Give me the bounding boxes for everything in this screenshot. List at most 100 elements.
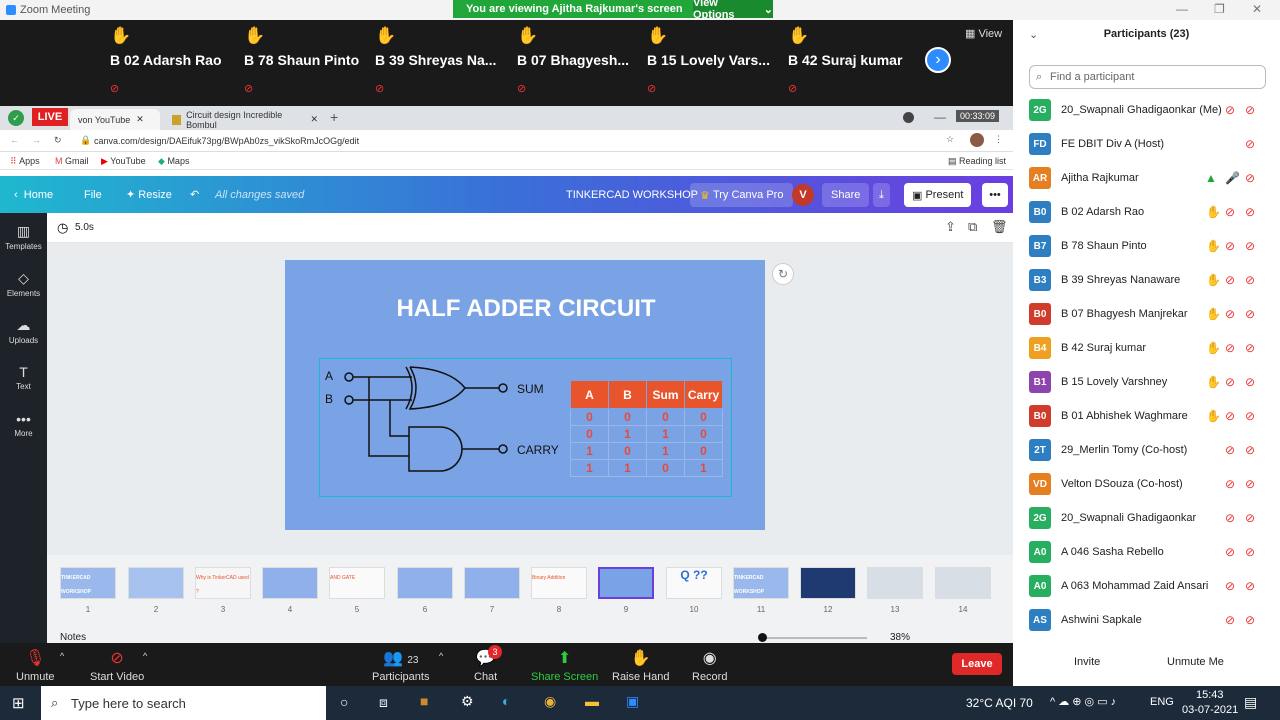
page-thumbnail[interactable] [935, 567, 991, 599]
page-thumbnail[interactable] [128, 567, 184, 599]
page-thumbnail[interactable] [397, 567, 453, 599]
participant-row[interactable]: B7 B 78 Shaun Pinto ✋ ⊘ ⊘ [1013, 229, 1268, 263]
participant-row[interactable]: 2T 29_Merlin Tomy (Co-host) ⊘ ⊘ [1013, 433, 1268, 467]
language-indicator[interactable]: ENG [1150, 696, 1174, 708]
profile-avatar[interactable] [970, 133, 984, 147]
invite-button[interactable]: Invite [1074, 656, 1100, 668]
weather-text[interactable]: 32°C AQI 70 [966, 696, 1033, 710]
raise-hand-button[interactable]: ✋ Raise Hand [612, 643, 669, 686]
page-thumbnail[interactable] [262, 567, 318, 599]
add-page-icon[interactable]: ⇪ [945, 219, 956, 235]
bookmark-gmail[interactable]: M Gmail [55, 156, 89, 166]
participant-row[interactable]: FD FE DBIT Div A (Host) ⊘ [1013, 127, 1268, 161]
sidebar-item-templates[interactable]: ▥ Templates [0, 223, 47, 251]
resize-button[interactable]: ✦ Resize [126, 176, 172, 213]
record-button[interactable]: ◉ Record [692, 643, 727, 686]
zoom-app-icon[interactable]: ▣ [626, 693, 639, 710]
unmute-me-button[interactable]: Unmute Me [1167, 656, 1224, 668]
delete-page-icon[interactable]: 🗑 [991, 219, 1008, 235]
try-canva-pro-button[interactable]: ♛ Try Canva Pro [690, 183, 794, 207]
notes-button[interactable]: Notes [60, 632, 86, 643]
next-tiles-button[interactable]: › [925, 47, 951, 73]
tab-close-icon[interactable]: ✕ [310, 114, 318, 125]
tab-close-icon[interactable]: ✕ [136, 114, 144, 125]
video-tile[interactable]: ✋ B 78 Shaun Pinto ⊘ [238, 20, 374, 106]
clock-time[interactable]: 15:43 [1196, 689, 1224, 701]
participants-options-icon[interactable]: ^ [439, 651, 443, 661]
unmute-button[interactable]: 🎙 Unmute [16, 643, 55, 686]
sidebar-item-uploads[interactable]: ☁ Uploads [0, 317, 47, 345]
undo-icon[interactable]: ↶ [190, 176, 199, 213]
page-thumbnail[interactable]: Q ?? [666, 567, 722, 599]
participant-row[interactable]: A0 A 046 Sasha Rebello ⊘ ⊘ [1013, 535, 1268, 569]
page-thumbnail[interactable]: TINKERCAD WORKSHOP [60, 567, 116, 599]
bookmark-maps[interactable]: ◆ Maps [158, 156, 189, 167]
page-thumbnail[interactable] [464, 567, 520, 599]
start-video-button[interactable]: ⊘ Start Video [90, 643, 144, 686]
zoom-level[interactable]: 38% [890, 632, 910, 643]
forward-icon[interactable]: → [32, 135, 41, 145]
view-button[interactable]: ▦ View [965, 27, 1002, 40]
participant-row[interactable]: VD Velton DSouza (Co-host) ⊘ ⊘ [1013, 467, 1268, 501]
participant-row[interactable]: A0 A 063 Mohammad Zaid Ansari ⊘ ⊘ [1013, 569, 1268, 603]
user-avatar[interactable]: V [792, 184, 814, 206]
audio-options-icon[interactable]: ^ [60, 651, 64, 661]
participant-row[interactable]: B0 B 02 Adarsh Rao ✋ ⊘ ⊘ [1013, 195, 1268, 229]
download-icon[interactable]: ⤓ [873, 183, 890, 207]
timer-icon[interactable]: ◷ [57, 220, 68, 236]
leave-button[interactable]: Leave [952, 653, 1002, 675]
video-tile[interactable]: ✋ B 02 Adarsh Rao ⊘ [104, 20, 240, 106]
taskbar-search[interactable]: ⌕ Type here to search [41, 686, 326, 720]
page-thumbnail[interactable]: TINKERCAD WORKSHOP [733, 567, 789, 599]
browser-tab[interactable]: Circuit design Incredible Bombul ✕ [164, 109, 318, 130]
video-tile[interactable]: ✋ B 07 Bhagyesh... ⊘ [511, 20, 647, 106]
notifications-icon[interactable]: ▤ [1244, 694, 1257, 711]
home-button[interactable]: ‹ Home [14, 176, 53, 213]
sidebar-item-more[interactable]: ••• More [0, 411, 47, 438]
start-icon[interactable]: ⊞ [12, 694, 25, 712]
store-icon[interactable]: ■ [420, 693, 428, 709]
share-screen-button[interactable]: ⬆ Share Screen [531, 643, 598, 686]
browser-tab[interactable]: von YouTube ✕ [70, 109, 160, 130]
video-tile[interactable]: ✋ B 42 Suraj kumar ⊘ [782, 20, 918, 106]
clock-date[interactable]: 03-07-2021 [1182, 704, 1238, 716]
sidebar-item-text[interactable]: T Text [0, 364, 47, 391]
task-view-icon[interactable]: ⧈ [379, 694, 388, 711]
video-options-icon[interactable]: ^ [143, 651, 147, 661]
close-icon[interactable]: ✕ [1252, 2, 1262, 16]
file-menu[interactable]: File [84, 176, 102, 213]
participant-row[interactable]: AS Ashwini Sapkale ⊘ ⊘ [1013, 603, 1268, 637]
star-icon[interactable]: ☆ [946, 134, 954, 145]
cortana-icon[interactable]: ○ [340, 694, 348, 710]
participant-row[interactable]: 2G 20_Swapnali Ghadigaonkar ⊘ ⊘ [1013, 501, 1268, 535]
more-options-icon[interactable]: ••• [982, 183, 1008, 207]
participants-button[interactable]: 👥 23 Participants [372, 643, 429, 686]
participant-row[interactable]: B4 B 42 Suraj kumar ✋ ⊘ ⊘ [1013, 331, 1268, 365]
participant-row[interactable]: 2G 20_Swapnali Ghadigaonkar (Me) ⊘ ⊘ [1013, 93, 1268, 127]
browser-menu-icon[interactable]: ⋮ [994, 134, 1003, 145]
share-button[interactable]: Share [822, 183, 870, 207]
sidebar-item-elements[interactable]: ◇ Elements [0, 270, 47, 298]
participant-row[interactable]: B0 B 01 Abhishek Waghmare ✋ ⊘ ⊘ [1013, 399, 1268, 433]
present-button[interactable]: ▣ Present [904, 183, 972, 207]
file-explorer-icon[interactable]: ▬ [585, 693, 599, 709]
new-tab-icon[interactable]: + [330, 109, 338, 125]
participant-search-input[interactable]: ⌕ Find a participant [1029, 65, 1266, 89]
settings-icon[interactable]: ⚙ [461, 693, 474, 710]
tray-icons[interactable]: ^ ☁ ⊕ ◎ ▭ ♪ [1050, 695, 1116, 708]
chrome-icon[interactable]: ◉ [544, 693, 556, 710]
bookmark-apps[interactable]: ⠿ Apps [10, 156, 40, 167]
slide-canvas[interactable]: HALF ADDER CIRCUIT A B SUM CARRY A B Sum… [285, 260, 765, 530]
edge-icon[interactable]: ◐ [502, 693, 510, 709]
zoom-slider-handle[interactable] [758, 633, 767, 642]
participant-row[interactable]: B1 B 15 Lovely Varshney ✋ ⊘ ⊘ [1013, 365, 1268, 399]
refresh-slide-icon[interactable]: ↻ [772, 263, 794, 285]
page-thumbnail-selected[interactable] [598, 567, 654, 599]
video-tile[interactable]: ✋ B 15 Lovely Vars... ⊘ [641, 20, 777, 106]
project-title[interactable]: TINKERCAD WORKSHOP [566, 176, 698, 213]
page-thumbnail[interactable]: Binary Addition [531, 567, 587, 599]
slide-title[interactable]: HALF ADDER CIRCUIT [286, 295, 766, 323]
participant-row[interactable]: AR Ajitha Rajkumar ▲ 🎤 ⊘ [1013, 161, 1268, 195]
video-tile[interactable]: ✋ B 39 Shreyas Na... ⊘ [369, 20, 505, 106]
page-thumbnail[interactable] [800, 567, 856, 599]
